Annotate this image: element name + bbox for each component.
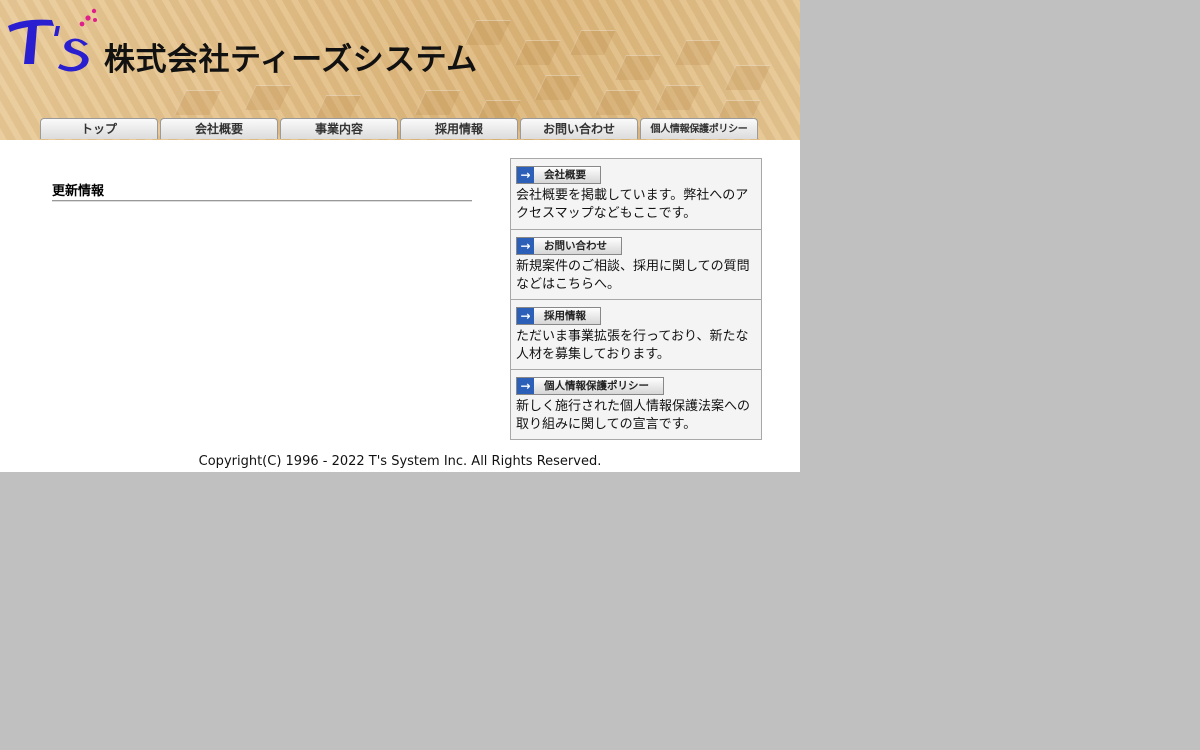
tab-business[interactable]: 事業内容 <box>280 118 398 139</box>
tab-privacy-policy[interactable]: 個人情報保護ポリシー <box>640 118 758 139</box>
side-box-company[interactable]: → 会社概要 会社概要を掲載しています。弊社へのアクセスマップなどもここです。 <box>511 159 761 229</box>
privacy-policy-button[interactable]: → 個人情報保護ポリシー <box>516 377 664 395</box>
box-description: 新しく施行された個人情報保護法案への取り組みに関しての宣言です。 <box>516 399 751 432</box>
side-box-recruit[interactable]: → 採用情報 ただいま事業拡張を行っており、新たな人材を募集しております。 <box>511 299 761 369</box>
arrow-right-icon: → <box>517 378 534 394</box>
side-box-contact[interactable]: → お問い合わせ 新規案件のご相談、採用に関しての質問などはこちらへ。 <box>511 229 761 299</box>
updates-heading: 更新情報 <box>52 180 472 201</box>
page: 株式会社ティーズシステム トップ 会社概要 事業内容 採用情報 お問い合わせ 個… <box>0 0 800 472</box>
box-description: ただいま事業拡張を行っており、新たな人材を募集しております。 <box>516 329 749 362</box>
button-label: 個人情報保護ポリシー <box>544 380 649 392</box>
contact-button[interactable]: → お問い合わせ <box>516 237 622 255</box>
tab-company-profile[interactable]: 会社概要 <box>160 118 278 139</box>
box-description: 新規案件のご相談、採用に関しての質問などはこちらへ。 <box>516 259 750 292</box>
arrow-right-icon: → <box>517 167 534 183</box>
copyright-text: Copyright(C) 1996 - 2022 T's System Inc.… <box>198 454 602 469</box>
header-banner: 株式会社ティーズシステム トップ 会社概要 事業内容 採用情報 お問い合わせ 個… <box>0 0 800 140</box>
box-description: 会社概要を掲載しています。弊社へのアクセスマップなどもここです。 <box>516 188 749 221</box>
button-label: お問い合わせ <box>544 240 607 252</box>
logo-icon[interactable] <box>4 4 100 74</box>
tab-contact[interactable]: お問い合わせ <box>520 118 638 139</box>
side-box-privacy[interactable]: → 個人情報保護ポリシー 新しく施行された個人情報保護法案への取り組みに関しての… <box>511 369 761 439</box>
side-panel: → 会社概要 会社概要を掲載しています。弊社へのアクセスマップなどもここです。 … <box>510 158 762 440</box>
arrow-right-icon: → <box>517 308 534 324</box>
company-name: 株式会社ティーズシステム <box>104 42 478 78</box>
arrow-right-icon: → <box>517 238 534 254</box>
tab-top[interactable]: トップ <box>40 118 158 139</box>
recruit-button[interactable]: → 採用情報 <box>516 307 601 325</box>
button-label: 採用情報 <box>544 310 586 322</box>
nav-tabs: トップ 会社概要 事業内容 採用情報 お問い合わせ 個人情報保護ポリシー <box>40 118 760 140</box>
tab-recruit[interactable]: 採用情報 <box>400 118 518 139</box>
company-profile-button[interactable]: → 会社概要 <box>516 166 601 184</box>
button-label: 会社概要 <box>544 169 586 181</box>
